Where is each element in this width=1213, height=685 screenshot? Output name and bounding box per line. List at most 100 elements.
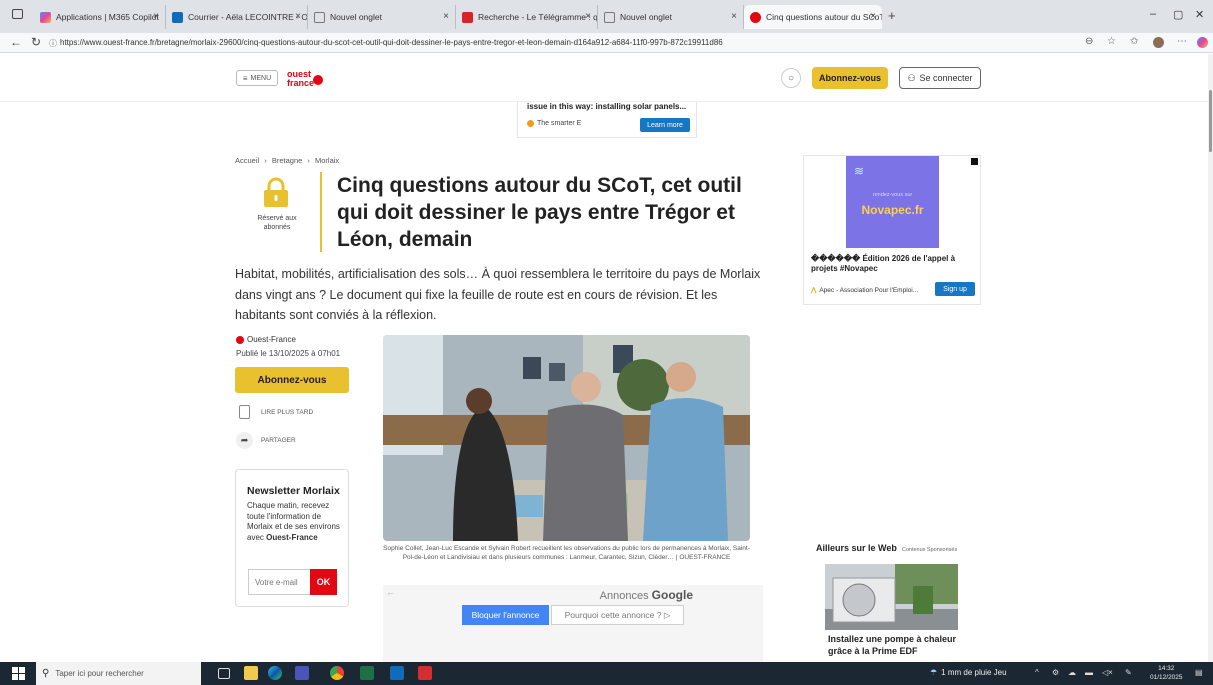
menu-button[interactable]: ≡ MENU: [236, 70, 278, 86]
user-icon: ⚇: [907, 72, 916, 83]
outlook-icon: [172, 11, 183, 23]
tab-outlook-mail[interactable]: Courrier - Aëla LECOINTRE - Outl ×: [166, 5, 308, 29]
sidebar-ad-headline: ������ Édition 2026 de l'appel à projets…: [811, 254, 956, 273]
share-button[interactable]: ➦ PARTAGER: [236, 432, 296, 449]
new-tab-button[interactable]: +: [888, 8, 896, 23]
ad-info-icon[interactable]: [971, 158, 978, 165]
breadcrumb-bretagne[interactable]: Bretagne: [272, 156, 302, 165]
learn-more-button[interactable]: Learn more: [640, 118, 690, 132]
article-source: Ouest-France: [236, 335, 296, 344]
weather-widget[interactable]: ☂ 1 mm de pluie Jeu: [930, 668, 1007, 677]
edge-icon[interactable]: [268, 666, 282, 680]
photo-image: [383, 335, 750, 541]
onedrive-icon[interactable]: ☁: [1068, 668, 1076, 677]
read-later-button[interactable]: LIRE PLUS TARD: [236, 405, 313, 419]
windows-start-icon[interactable]: [12, 667, 25, 680]
lock-icon: [264, 177, 288, 207]
article-photo[interactable]: [383, 335, 750, 541]
article-title: Cinq questions autour du SCoT, cet outil…: [337, 174, 742, 251]
apec-logo-icon: ≋: [854, 164, 865, 178]
breadcrumb-home[interactable]: Accueil: [235, 156, 259, 165]
window-close-icon[interactable]: ✕: [1195, 8, 1204, 21]
site-header: ≡ MENU ouest france ○ Abonnez-vous ⚇ Se …: [0, 54, 1208, 102]
reader-icon[interactable]: ⊖: [1085, 36, 1093, 47]
tab-le-telegramme[interactable]: Recherche - Le Télégramme : quo ×: [456, 5, 598, 29]
close-icon[interactable]: ×: [585, 11, 591, 22]
logo-icon: ouest france: [287, 69, 323, 88]
subscribe-side-button[interactable]: Abonnez-vous: [235, 367, 349, 393]
newsletter-title: Newsletter Morlaix: [247, 485, 340, 497]
tab-new-tab-2[interactable]: Nouvel onglet ×: [598, 5, 744, 29]
reload-icon[interactable]: ↻: [31, 35, 41, 49]
profile-avatar[interactable]: [1153, 37, 1164, 48]
search-icon: ⚲: [42, 668, 50, 679]
back-icon[interactable]: ←: [10, 35, 22, 49]
share-icon: ➦: [236, 432, 253, 449]
hamburger-icon: ≡: [242, 73, 248, 83]
breadcrumb: Accueil › Bretagne › Morlaix: [235, 156, 340, 165]
why-this-ad-button[interactable]: Pourquoi cette annonce ? ▷: [551, 605, 684, 625]
close-icon[interactable]: ×: [295, 11, 301, 22]
task-view-icon[interactable]: [218, 668, 230, 679]
tab-new-tab-1[interactable]: Nouvel onglet ×: [308, 5, 456, 29]
taskbar-search[interactable]: ⚲ Taper ici pour rechercher: [36, 662, 201, 685]
volume-icon[interactable]: ◁×: [1102, 668, 1113, 677]
tray-app-icon[interactable]: ⚙: [1052, 668, 1059, 677]
telegramme-icon: [462, 11, 473, 23]
tab-ouest-france-article[interactable]: Cinq questions autour du SCoT, c ×: [744, 5, 882, 29]
scrollbar-thumb[interactable]: [1209, 90, 1212, 152]
search-button[interactable]: ○: [781, 68, 801, 88]
sidebar-ad[interactable]: ≋ rendez-vous sur Novapec.fr ������ Édit…: [803, 155, 981, 305]
block-ad-button[interactable]: Bloquer l'annonce: [462, 605, 549, 625]
network-icon[interactable]: ▬: [1085, 668, 1093, 677]
bookmark-icon: [239, 405, 250, 419]
sign-up-button[interactable]: Sign up: [935, 282, 975, 296]
maximize-icon[interactable]: ▢: [1173, 8, 1183, 21]
publish-date: Publié le 13/10/2025 à 07h01: [236, 349, 341, 358]
notifications-icon[interactable]: ▤: [1195, 668, 1203, 677]
subscribers-only-label: Réservé aux abonnés: [257, 215, 297, 231]
acrobat-icon[interactable]: [418, 666, 432, 680]
browser-tab-bar: Applications | M365 Copilot × Courrier -…: [0, 0, 1213, 33]
sponsored-item-image[interactable]: [825, 564, 958, 630]
close-icon[interactable]: ×: [443, 11, 449, 22]
favorite-star-icon[interactable]: ☆: [1107, 36, 1116, 47]
url-field[interactable]: https://www.ouest-france.fr/bretagne/mor…: [60, 35, 723, 50]
login-button[interactable]: ⚇ Se connecter: [899, 67, 981, 89]
pen-icon[interactable]: ✎: [1125, 668, 1132, 677]
photo-caption: Sophie Collet, Jean-Luc Escande et Sylva…: [383, 545, 750, 561]
title-accent-rule: [320, 172, 322, 252]
minimize-icon[interactable]: –: [1150, 8, 1156, 20]
close-icon[interactable]: ×: [153, 11, 159, 22]
tab-m365-copilot[interactable]: Applications | M365 Copilot ×: [34, 5, 166, 29]
site-info-icon[interactable]: ⓘ: [49, 38, 57, 49]
ouest-france-dot-icon: [236, 335, 244, 344]
new-tab-icon: [604, 11, 615, 23]
new-tab-icon: [314, 11, 325, 23]
excel-icon[interactable]: [360, 666, 374, 680]
newsletter-ok-button[interactable]: OK: [310, 569, 337, 595]
outlook-taskbar-icon[interactable]: [390, 666, 404, 680]
copilot-sidebar-icon[interactable]: [1197, 37, 1208, 48]
tray-chevron-icon[interactable]: ^: [1035, 668, 1039, 677]
svg-text:france: france: [287, 78, 314, 88]
apec-brand-icon: ⋀: [811, 287, 817, 294]
article-lead: Habitat, mobilités, artificialisation de…: [235, 267, 761, 322]
top-banner-ad[interactable]: issue in this way: installing solar pane…: [517, 102, 697, 138]
breadcrumb-morlaix[interactable]: Morlaix: [315, 156, 339, 165]
chrome-icon[interactable]: [330, 666, 344, 680]
ouest-france-logo[interactable]: ouest france: [286, 67, 324, 89]
close-icon[interactable]: ×: [870, 11, 876, 22]
rain-cloud-icon: ☂: [930, 668, 938, 677]
ouest-france-icon: [750, 11, 761, 23]
workspaces-icon[interactable]: [12, 9, 23, 19]
teams-icon[interactable]: [295, 666, 309, 680]
sponsored-item-title[interactable]: Installez une pompe à chaleur grâce à la…: [828, 633, 968, 662]
favorites-icon[interactable]: ✩: [1130, 36, 1138, 47]
more-icon[interactable]: ⋯: [1177, 36, 1187, 47]
taskbar-clock[interactable]: 14:32 01/12/2025: [1150, 664, 1183, 682]
subscribe-button[interactable]: Abonnez-vous: [812, 67, 888, 89]
newsletter-email-input[interactable]: [248, 569, 310, 595]
file-explorer-icon[interactable]: [244, 666, 258, 680]
close-icon[interactable]: ×: [731, 11, 737, 22]
